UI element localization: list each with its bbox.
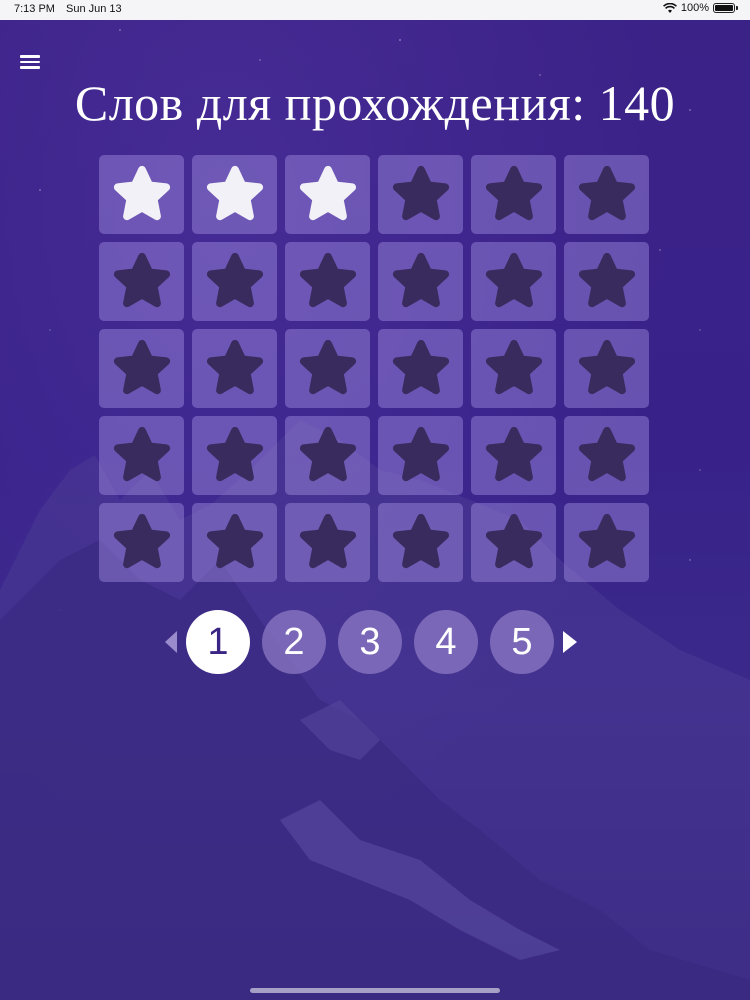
star-icon [392, 339, 449, 394]
star-icon [485, 252, 542, 307]
level-cell-5[interactable] [471, 155, 556, 234]
page-title: Слов для прохождения: 140 [74, 75, 676, 131]
triangle-left-icon [165, 631, 177, 653]
star-icon [299, 165, 356, 220]
hamburger-menu-icon[interactable] [20, 55, 40, 69]
battery-icon [713, 3, 735, 13]
page-button-3[interactable]: 3 [338, 610, 402, 674]
status-right: 100% [662, 2, 738, 14]
level-cell-29[interactable] [471, 503, 556, 582]
home-indicator [250, 988, 500, 993]
level-cell-6[interactable] [564, 155, 649, 234]
level-cell-2[interactable] [192, 155, 277, 234]
star-icon [206, 513, 263, 568]
page-list: 12345 [180, 610, 560, 674]
next-page-button[interactable] [560, 612, 580, 672]
page-button-2[interactable]: 2 [262, 610, 326, 674]
level-cell-12[interactable] [564, 242, 649, 321]
prev-page-button[interactable] [160, 612, 180, 672]
star-icon [113, 339, 170, 394]
page-button-5[interactable]: 5 [490, 610, 554, 674]
star-icon [299, 339, 356, 394]
star-icon [113, 165, 170, 220]
level-cell-9[interactable] [285, 242, 370, 321]
level-cell-18[interactable] [564, 329, 649, 408]
level-cell-20[interactable] [192, 416, 277, 495]
star-icon [113, 513, 170, 568]
star-icon [485, 426, 542, 481]
level-cell-15[interactable] [285, 329, 370, 408]
star-icon [206, 339, 263, 394]
level-cell-28[interactable] [378, 503, 463, 582]
level-cell-4[interactable] [378, 155, 463, 234]
level-cell-13[interactable] [99, 329, 184, 408]
level-grid [99, 155, 649, 582]
level-cell-16[interactable] [378, 329, 463, 408]
level-cell-14[interactable] [192, 329, 277, 408]
level-cell-25[interactable] [99, 503, 184, 582]
wifi-icon [662, 2, 677, 13]
level-cell-10[interactable] [378, 242, 463, 321]
star-icon [578, 513, 635, 568]
level-cell-3[interactable] [285, 155, 370, 234]
status-date: Sun Jun 13 [66, 3, 122, 15]
star-icon [485, 165, 542, 220]
level-cell-19[interactable] [99, 416, 184, 495]
battery-percent: 100% [680, 2, 709, 14]
level-cell-1[interactable] [99, 155, 184, 234]
star-icon [392, 252, 449, 307]
status-time: 7:13 PM [14, 3, 55, 15]
star-icon [299, 513, 356, 568]
pagination: 12345 [160, 610, 580, 674]
level-cell-23[interactable] [471, 416, 556, 495]
star-icon [578, 252, 635, 307]
level-cell-26[interactable] [192, 503, 277, 582]
battery-tip [736, 6, 738, 10]
level-cell-11[interactable] [471, 242, 556, 321]
page-button-1[interactable]: 1 [186, 610, 250, 674]
triangle-right-icon [563, 631, 577, 653]
level-cell-22[interactable] [378, 416, 463, 495]
level-cell-21[interactable] [285, 416, 370, 495]
page-button-4[interactable]: 4 [414, 610, 478, 674]
star-icon [206, 426, 263, 481]
star-icon [392, 165, 449, 220]
level-cell-24[interactable] [564, 416, 649, 495]
level-cell-27[interactable] [285, 503, 370, 582]
star-icon [485, 513, 542, 568]
star-icon [485, 339, 542, 394]
level-cell-30[interactable] [564, 503, 649, 582]
star-icon [299, 252, 356, 307]
star-icon [392, 513, 449, 568]
star-icon [113, 252, 170, 307]
level-cell-7[interactable] [99, 242, 184, 321]
star-icon [578, 339, 635, 394]
star-icon [113, 426, 170, 481]
status-bar: 7:13 PM Sun Jun 13 100% [0, 0, 750, 20]
star-icon [206, 252, 263, 307]
star-icon [578, 426, 635, 481]
star-icon [578, 165, 635, 220]
star-icon [392, 426, 449, 481]
star-icon [299, 426, 356, 481]
star-icon [206, 165, 263, 220]
level-cell-8[interactable] [192, 242, 277, 321]
level-cell-17[interactable] [471, 329, 556, 408]
